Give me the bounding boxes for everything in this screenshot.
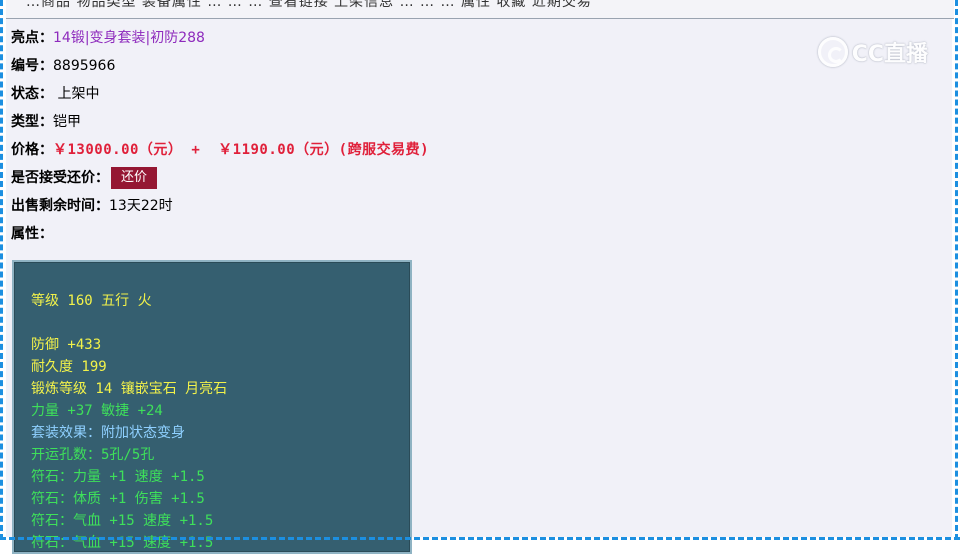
type-row: 类型：铠甲 xyxy=(11,110,81,134)
remaining-time-row: 出售剩余时间：13天22时 xyxy=(11,194,173,218)
number-label: 编号： xyxy=(11,58,53,74)
status-value: 上架中 xyxy=(53,86,100,102)
remaining-time-value: 13天22时 xyxy=(109,198,173,214)
type-label: 类型： xyxy=(11,114,53,130)
top-nav-strip: …商品 物品类型 装备属性 … … … 查看链接 上架信息 … … … 属性 收… xyxy=(6,0,954,19)
highlights-value: 14锻|变身套装|初防288 xyxy=(53,30,205,46)
attr-rune-2: 符石：体质 +1 伤害 +1.5 xyxy=(31,491,205,507)
attr-forging: 锻炼等级 14 镶嵌宝石 月亮石 xyxy=(31,381,228,397)
watermark-text: CC直播 xyxy=(851,42,928,67)
attr-level-line: 等级 160 五行 火 xyxy=(31,293,152,309)
attr-stats: 力量 +37 敏捷 +24 xyxy=(31,403,163,419)
attr-slots: 开运孔数：5孔/5孔 xyxy=(31,447,155,463)
price-label: 价格： xyxy=(11,142,53,158)
remaining-time-label: 出售剩余时间： xyxy=(11,198,109,214)
attr-rune-3: 符石：气血 +15 速度 +1.5 xyxy=(31,513,214,529)
number-row: 编号：8895966 xyxy=(11,54,115,78)
frame-left-border xyxy=(0,0,3,540)
attr-defense: 防御 +433 xyxy=(31,337,102,353)
bargain-row: 是否接受还价： 还价 xyxy=(11,166,158,190)
frame-right-border xyxy=(955,0,958,540)
attributes-row: 属性： xyxy=(11,222,53,246)
attributes-label: 属性： xyxy=(11,226,53,242)
number-value: 8895966 xyxy=(53,58,116,74)
status-label: 状态： xyxy=(11,86,53,102)
price-row: 价格：￥13000.00（元） + ￥1190.00（元）(跨服交易费) xyxy=(11,138,429,162)
price-value: ￥13000.00（元） + ￥1190.00（元）(跨服交易费) xyxy=(53,142,430,158)
status-row: 状态： 上架中 xyxy=(11,82,99,106)
highlights-row: 亮点：14锻|变身套装|初防288 xyxy=(11,26,205,50)
bargain-label: 是否接受还价： xyxy=(11,170,109,186)
item-detail-panel: 亮点：14锻|变身套装|初防288 编号：8895966 状态： 上架中 类型：… xyxy=(6,19,952,554)
attr-rune-1: 符石：力量 +1 速度 +1.5 xyxy=(31,469,205,485)
highlights-label: 亮点： xyxy=(11,30,53,46)
attributes-panel: 等级 160 五行 火 防御 +433 耐久度 199 锻炼等级 14 镶嵌宝石… xyxy=(12,260,412,554)
stream-watermark: CC直播 xyxy=(817,34,928,70)
attr-rune-4: 符石：气血 +15 速度 +1.5 xyxy=(31,535,214,551)
cc-logo-icon xyxy=(817,37,848,67)
bargain-button[interactable]: 还价 xyxy=(111,167,158,189)
type-value: 铠甲 xyxy=(53,114,81,130)
attr-set-effect: 套装效果：附加状态变身 xyxy=(31,425,185,441)
top-nav-text: …商品 物品类型 装备属性 … … … 查看链接 上架信息 … … … 属性 收… xyxy=(26,0,592,9)
attr-durability: 耐久度 199 xyxy=(31,359,107,375)
